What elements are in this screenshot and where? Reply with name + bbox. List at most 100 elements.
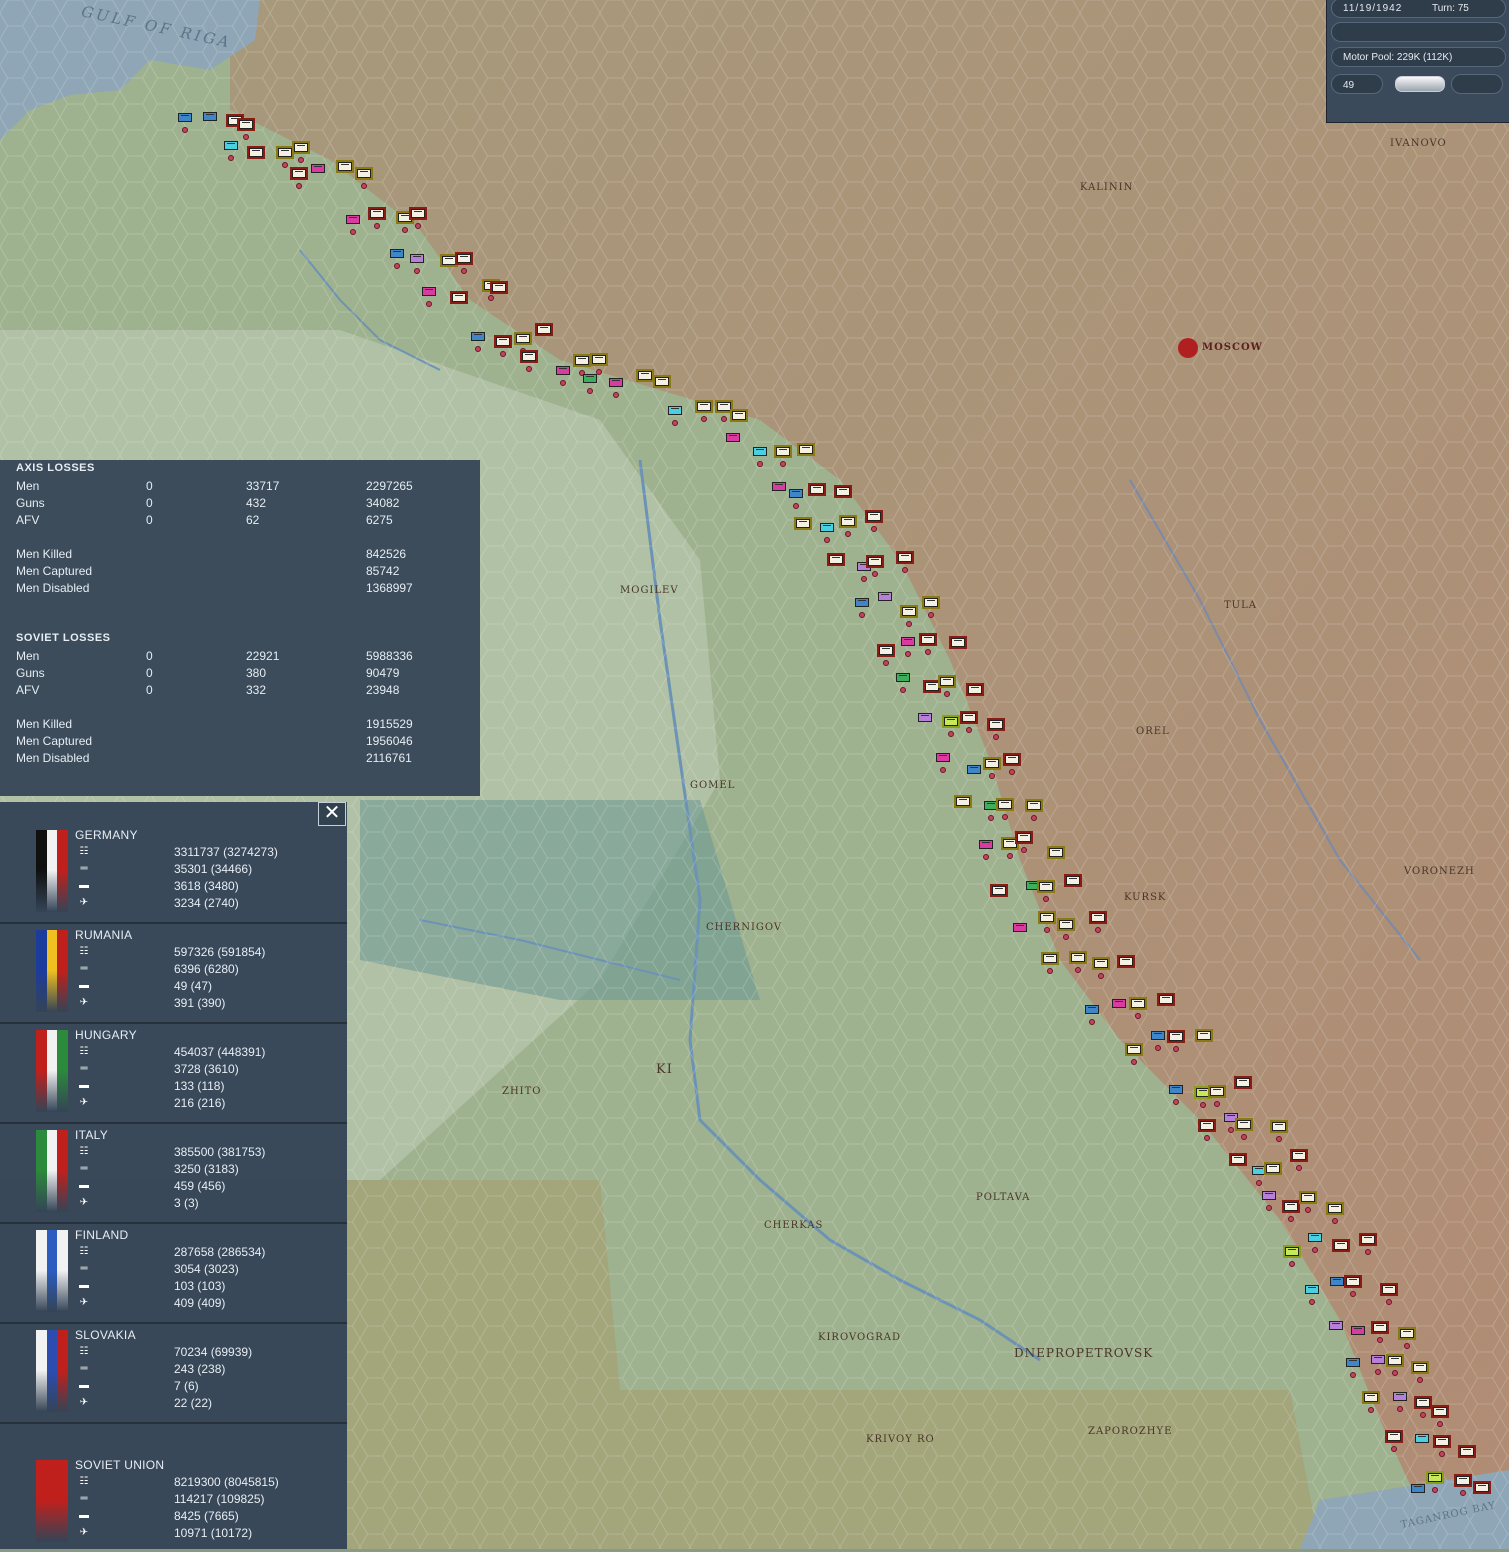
unit-counter[interactable] [456, 254, 471, 264]
unit-counter[interactable] [1150, 1031, 1165, 1040]
unit-counter[interactable] [1393, 1392, 1408, 1402]
unit-counter[interactable] [867, 511, 882, 521]
unit-counter[interactable] [398, 213, 413, 223]
soviet-unit-marker[interactable] [1001, 813, 1008, 820]
soviet-unit-marker[interactable] [1390, 1446, 1397, 1453]
map-label-gomel[interactable]: GOMEL [690, 780, 735, 791]
map-label-poltava[interactable]: POLTAVA [976, 1192, 1030, 1203]
map-label-kirovograd[interactable]: KIROVOGRAD [818, 1332, 901, 1343]
unit-counter[interactable] [1327, 1203, 1342, 1213]
unit-counter[interactable] [1350, 1325, 1365, 1335]
map-label-voronezh[interactable]: VORONEZH [1404, 866, 1475, 877]
unit-counter[interactable] [1300, 1192, 1315, 1202]
unit-counter[interactable] [1251, 1166, 1266, 1176]
soviet-unit-marker[interactable] [1287, 1215, 1294, 1222]
unit-counter[interactable] [608, 378, 623, 388]
soviet-unit-marker[interactable] [924, 649, 931, 656]
unit-counter[interactable] [1329, 1321, 1344, 1331]
soviet-unit-marker[interactable] [1275, 1136, 1282, 1143]
unit-counter[interactable] [556, 366, 571, 376]
unit-counter[interactable] [1118, 957, 1133, 967]
unit-counter[interactable] [1330, 1276, 1345, 1286]
soviet-unit-marker[interactable] [1173, 1045, 1180, 1052]
unit-counter[interactable] [968, 685, 983, 695]
unit-counter[interactable] [411, 208, 426, 218]
unit-counter[interactable] [583, 373, 598, 383]
soviet-unit-marker[interactable] [1134, 1012, 1141, 1019]
unit-counter[interactable] [955, 797, 970, 807]
unit-counter[interactable] [775, 446, 790, 456]
unit-counter[interactable] [1285, 1246, 1300, 1256]
unit-counter[interactable] [917, 713, 932, 723]
map-label-cherkasy[interactable]: CHERKAS [764, 1220, 823, 1231]
soviet-unit-marker[interactable] [1391, 1369, 1398, 1376]
unit-counter[interactable] [495, 337, 510, 347]
unit-counter[interactable] [989, 720, 1004, 730]
map-label-zaporozhye[interactable]: ZAPOROZHYE [1088, 1426, 1172, 1437]
unit-counter[interactable] [248, 147, 263, 157]
unit-counter[interactable] [1126, 1044, 1141, 1054]
unit-counter[interactable] [515, 333, 530, 343]
soviet-unit-marker[interactable] [1459, 1489, 1466, 1496]
unit-counter[interactable] [939, 676, 954, 686]
soviet-unit-marker[interactable] [1154, 1045, 1161, 1051]
soviet-unit-marker[interactable] [1367, 1406, 1374, 1413]
soviet-unit-marker[interactable] [1304, 1206, 1311, 1213]
unit-counter[interactable] [410, 254, 425, 264]
soviet-unit-marker[interactable] [861, 575, 868, 582]
unit-counter[interactable] [451, 293, 466, 303]
soviet-unit-marker[interactable] [1432, 1486, 1439, 1493]
soviet-unit-marker[interactable] [1199, 1101, 1206, 1108]
unit-counter[interactable] [951, 637, 966, 647]
unit-counter[interactable] [997, 799, 1012, 809]
unit-counter[interactable] [574, 356, 589, 366]
soviet-unit-marker[interactable] [845, 530, 852, 537]
unit-counter[interactable] [1266, 1164, 1281, 1174]
map-label-krivoy[interactable]: KRIVOY RO [866, 1434, 935, 1445]
unit-counter[interactable] [238, 119, 253, 129]
soviet-unit-marker[interactable] [1088, 1019, 1095, 1026]
soviet-unit-marker[interactable] [1385, 1298, 1392, 1305]
unit-counter[interactable] [1195, 1087, 1210, 1097]
unit-counter[interactable] [1199, 1121, 1214, 1131]
unit-counter[interactable] [900, 637, 915, 647]
soviet-unit-marker[interactable] [499, 351, 506, 358]
soviet-unit-marker[interactable] [982, 853, 989, 860]
soviet-unit-marker[interactable] [350, 228, 357, 235]
unit-counter[interactable] [1434, 1437, 1449, 1447]
unit-counter[interactable] [1346, 1276, 1361, 1286]
unit-counter[interactable] [696, 402, 711, 412]
unit-counter[interactable] [422, 286, 437, 296]
soviet-unit-marker[interactable] [988, 772, 995, 779]
soviet-unit-marker[interactable] [871, 571, 878, 578]
unit-counter[interactable] [879, 646, 894, 656]
unit-counter[interactable] [1130, 998, 1145, 1008]
unit-counter[interactable] [293, 143, 308, 153]
unit-counter[interactable] [1084, 1005, 1099, 1015]
unit-counter[interactable] [1271, 1122, 1286, 1132]
unit-counter[interactable] [1346, 1357, 1361, 1367]
map-label-orel[interactable]: OREL [1136, 726, 1170, 737]
unit-counter[interactable] [1094, 959, 1109, 969]
unit-counter[interactable] [1231, 1155, 1246, 1165]
unit-counter[interactable] [638, 371, 653, 381]
unit-counter[interactable] [978, 839, 993, 849]
soviet-unit-marker[interactable] [900, 686, 907, 693]
map-label-tula[interactable]: TULA [1224, 600, 1257, 611]
unit-counter[interactable] [1373, 1323, 1388, 1333]
soviet-unit-marker[interactable] [965, 727, 972, 734]
unit-counter[interactable] [1236, 1120, 1251, 1130]
unit-counter[interactable] [668, 405, 683, 415]
soviet-unit-marker[interactable] [1364, 1249, 1371, 1256]
soviet-unit-marker[interactable] [1331, 1217, 1338, 1224]
soviet-unit-marker[interactable] [905, 621, 912, 628]
soviet-unit-marker[interactable] [242, 133, 249, 140]
unit-counter[interactable] [1005, 755, 1020, 765]
map-label-kiev[interactable]: KI [656, 1062, 673, 1077]
soviet-unit-marker[interactable] [1020, 846, 1027, 853]
unit-counter[interactable] [788, 488, 803, 498]
unit-counter[interactable] [841, 516, 856, 526]
unit-counter[interactable] [1091, 912, 1106, 922]
unit-counter[interactable] [1261, 1191, 1276, 1201]
unit-counter[interactable] [177, 113, 192, 123]
